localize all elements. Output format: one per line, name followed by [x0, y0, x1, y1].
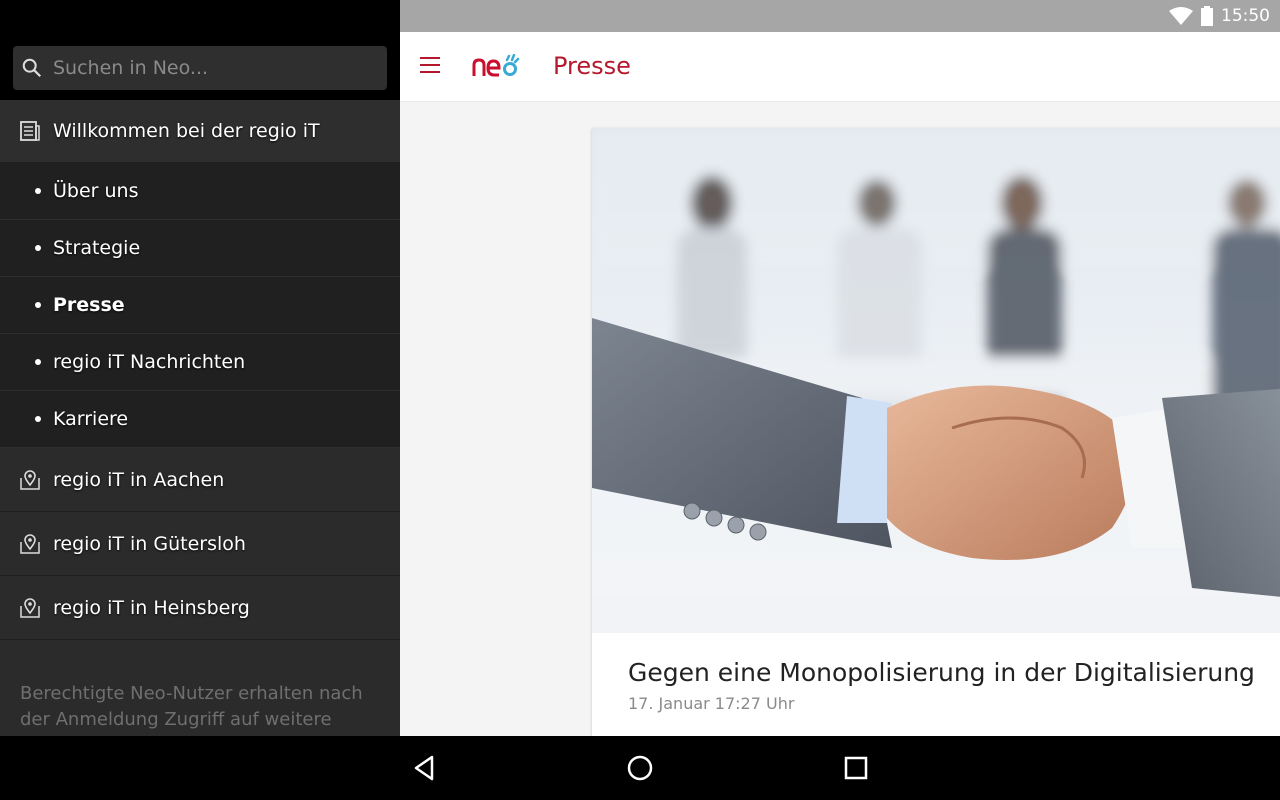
article-headline: Gegen eine Monopolisierung in der Digita…	[628, 658, 1255, 687]
drawer-item-presse[interactable]: Presse	[0, 277, 400, 334]
wifi-icon	[1169, 7, 1193, 25]
drawer-footer-text: Berechtigte Neo-Nutzer erhalten nach der…	[20, 683, 363, 730]
map-pin-icon	[20, 597, 40, 618]
hamburger-icon[interactable]	[420, 57, 440, 75]
drawer-item-label: regio iT in Gütersloh	[53, 532, 246, 555]
navigation-drawer: Suchen in Neo... Willkommen bei der regi…	[0, 0, 400, 736]
status-time: 15:50	[1221, 6, 1270, 26]
drawer-item-label: regio iT Nachrichten	[53, 351, 246, 373]
battery-icon	[1201, 6, 1213, 26]
article-card[interactable]: Gegen eine Monopolisierung in der Digita…	[592, 128, 1280, 748]
logo-icon	[472, 54, 520, 77]
bullet-icon	[35, 302, 41, 308]
article-image	[592, 128, 1280, 633]
drawer-menu: Willkommen bei der regio iT Über uns Str…	[0, 100, 400, 640]
drawer-item-ueber-uns[interactable]: Über uns	[0, 163, 400, 220]
drawer-item-label: Presse	[53, 294, 125, 316]
drawer-item-heinsberg[interactable]: regio iT in Heinsberg	[0, 576, 400, 640]
drawer-item-label: regio iT in Heinsberg	[53, 596, 250, 619]
newspaper-icon	[20, 121, 40, 141]
drawer-section-willkommen[interactable]: Willkommen bei der regio iT	[0, 100, 400, 163]
drawer-item-guetersloh[interactable]: regio iT in Gütersloh	[0, 512, 400, 576]
drawer-item-label: regio iT in Aachen	[53, 468, 225, 491]
search-input[interactable]: Suchen in Neo...	[13, 46, 387, 90]
page-title: Presse	[553, 52, 631, 80]
search-icon	[22, 58, 42, 78]
status-bar: 15:50	[400, 0, 1280, 32]
map-pin-icon	[20, 533, 40, 554]
drawer-section-label: Willkommen bei der regio iT	[53, 120, 320, 142]
system-nav-bar	[0, 736, 1280, 800]
home-icon[interactable]	[626, 754, 654, 782]
drawer-item-karriere[interactable]: Karriere	[0, 391, 400, 448]
search-placeholder: Suchen in Neo...	[53, 57, 209, 79]
bullet-icon	[35, 359, 41, 365]
recents-icon[interactable]	[842, 754, 870, 782]
drawer-item-nachrichten[interactable]: regio iT Nachrichten	[0, 334, 400, 391]
app-bar: Presse	[400, 32, 1280, 102]
article-date: 17. Januar 17:27 Uhr	[628, 694, 795, 713]
drawer-item-label: Karriere	[53, 408, 129, 430]
drawer-item-strategie[interactable]: Strategie	[0, 220, 400, 277]
map-pin-icon	[20, 469, 40, 490]
drawer-item-label: Strategie	[53, 237, 141, 259]
drawer-item-label: Über uns	[53, 180, 139, 202]
content-area: Gegen eine Monopolisierung in der Digita…	[400, 102, 1280, 748]
bullet-icon	[35, 188, 41, 194]
bullet-icon	[35, 245, 41, 251]
drawer-item-aachen[interactable]: regio iT in Aachen	[0, 448, 400, 512]
bullet-icon	[35, 416, 41, 422]
neo-logo[interactable]	[472, 54, 520, 80]
back-icon[interactable]	[410, 754, 438, 782]
